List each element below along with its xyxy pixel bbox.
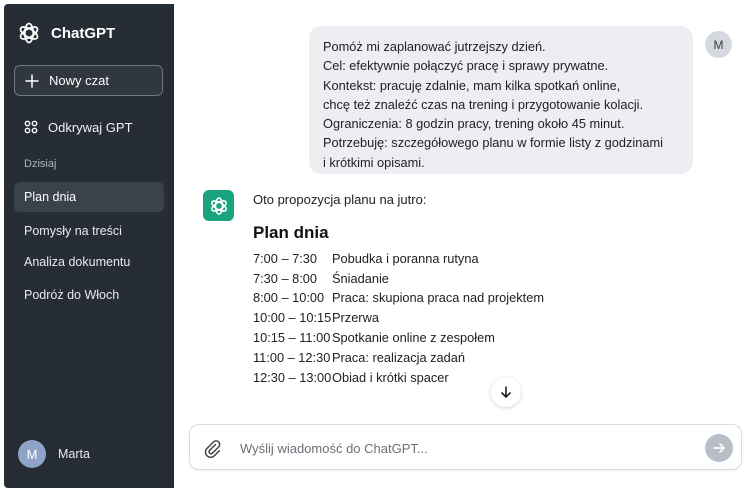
plan-time: 8:00 – 10:00	[253, 290, 325, 305]
new-chat-label: Nowy czat	[49, 73, 109, 88]
sidebar-item-pomysly-na-tresci[interactable]: Pomysły na treści	[14, 216, 164, 246]
message-avatar: M	[705, 31, 732, 58]
paperclip-icon[interactable]	[202, 438, 222, 458]
explore-label: Odkrywaj GPT	[48, 119, 133, 135]
user-name: Marta	[58, 447, 90, 461]
plan-time: 12:30 – 13:00	[253, 370, 332, 385]
brand[interactable]: ChatGPT	[16, 20, 115, 46]
plan-title: Plan dnia	[253, 223, 329, 242]
chat-main: Pomóż mi zaplanować jutrzejszy dzień. Ce…	[174, 0, 756, 500]
user-message-line: chcę też znaleźć czas na trening i przyg…	[323, 96, 644, 112]
sidebar-item-label: Podróż do Włoch	[24, 288, 120, 302]
plan-time: 11:00 – 12:30	[253, 350, 331, 365]
sidebar-item-analiza-dokumentu[interactable]: Analiza dokumentu	[14, 247, 164, 277]
plan-desc: Spotkanie online z zespołem	[332, 330, 495, 345]
send-button[interactable]	[705, 434, 733, 462]
grid-icon	[24, 120, 38, 134]
plan-row: 12:30 – 13:00 Obiad i krótki spacer	[253, 370, 449, 390]
sidebar-item-label: Plan dnia	[24, 190, 77, 204]
plan-desc: Praca: realizacja zadań	[332, 350, 466, 365]
plan-desc: Obiad i krótki spacer	[332, 370, 449, 385]
sidebar: ChatGPT Nowy czat Odkrywaj GPT Dzisiaj P…	[4, 4, 174, 488]
plan-row: 8:00 – 10:00 Praca: skupiona praca nad p…	[253, 290, 544, 310]
history-section-label: Dzisiaj	[24, 158, 57, 170]
plan-row: 7:30 – 8:00 Śniadanie	[253, 271, 389, 291]
user-message-line: i krótkimi opisami.	[323, 154, 425, 170]
new-chat-button[interactable]: Nowy czat	[14, 65, 163, 96]
user-message-line: Cel: efektywnie połączyć pracę i sprawy …	[323, 58, 609, 74]
assistant-intro: Oto propozycja planu na jutro:	[253, 192, 427, 207]
plan-time: 7:00 – 7:30	[253, 251, 318, 266]
plan-row: 10:15 – 11:00 Spotkanie online z zespołe…	[253, 330, 495, 350]
plan-row: 11:00 – 12:30 Praca: realizacja zadań	[253, 350, 465, 370]
scroll-to-bottom-button[interactable]	[491, 377, 521, 407]
user-message-line: Pomóż mi zaplanować jutrzejszy dzień.	[323, 39, 546, 54]
chatgpt-logo-icon	[19, 22, 39, 44]
user-message-line: Potrzebuję: szczegółowego planu w formie…	[323, 135, 663, 151]
sidebar-item-label: Analiza dokumentu	[24, 255, 131, 269]
plan-desc: Praca: skupiona praca nad projektem	[332, 290, 544, 305]
assistant-avatar	[203, 190, 234, 221]
arrow-right-icon	[713, 443, 725, 453]
arrow-down-icon	[501, 386, 511, 398]
user-profile[interactable]: M Marta	[18, 440, 90, 468]
plan-desc: Przerwa	[332, 310, 379, 325]
message-composer	[189, 424, 742, 470]
avatar: M	[18, 440, 46, 468]
plan-time: 10:00 – 10:15	[253, 310, 332, 325]
chat-app: ChatGPT Nowy czat Odkrywaj GPT Dzisiaj P…	[0, 0, 756, 500]
plan-time: 10:15 – 11:00	[253, 330, 331, 345]
plus-icon	[25, 73, 39, 88]
plan-row: 7:00 – 7:30 Pobudka i poranna rutyna	[253, 251, 479, 271]
plan-row: 10:00 – 10:15 Przerwa	[253, 310, 379, 330]
sidebar-item-podroz-do-wloch[interactable]: Podróż do Włoch	[14, 280, 164, 310]
message-input[interactable]	[238, 437, 682, 459]
user-message-bubble: Pomóż mi zaplanować jutrzejszy dzień. Ce…	[309, 26, 693, 174]
plan-time: 7:30 – 8:00	[253, 271, 318, 286]
sidebar-item-plan-dnia[interactable]: Plan dnia	[14, 182, 164, 212]
chatgpt-logo-icon	[210, 196, 227, 215]
plan-desc: Pobudka i poranna rutyna	[332, 251, 479, 266]
sidebar-item-label: Pomysły na treści	[24, 224, 122, 238]
explore-gpts-button[interactable]: Odkrywaj GPT	[14, 112, 163, 142]
user-message-line: Kontekst: pracuję zdalnie, mam kilka spo…	[323, 77, 621, 93]
app-name: ChatGPT	[51, 24, 116, 42]
plan-desc: Śniadanie	[332, 271, 389, 286]
user-message-line: Ograniczenia: 8 godzin pracy, trening ok…	[323, 116, 625, 132]
